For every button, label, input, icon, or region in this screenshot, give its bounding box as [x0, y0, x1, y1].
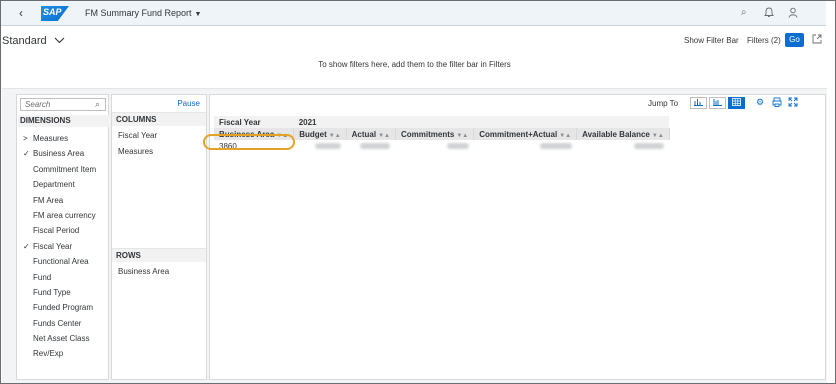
actual-cell[interactable] [346, 140, 395, 152]
checkmark-icon: ✓ [23, 241, 30, 251]
dimensions-header: DIMENSIONS [18, 115, 109, 127]
sort-filter-icon[interactable]: ▼▲ [378, 133, 390, 139]
redacted-value [446, 143, 469, 150]
commitments-cell[interactable] [395, 140, 473, 152]
sap-logo[interactable]: SAP [41, 6, 69, 21]
chart-view-button[interactable] [690, 97, 707, 109]
variant-name: Standard [2, 35, 47, 47]
dimension-item-business-area[interactable]: ✓ Business Area [17, 146, 110, 161]
redacted-value [634, 143, 665, 150]
app-title-menu[interactable]: FM Summary Fund Report ▼ [85, 8, 201, 18]
search-placeholder: Search [25, 100, 51, 109]
dimensions-panel: Search ⌕ DIMENSIONS > Measures ✓ Business … [16, 94, 109, 380]
print-icon[interactable] [772, 97, 782, 109]
app-window: ‹ SAP FM Summary Fund Report ▼ ⌕ Standard… [0, 0, 836, 384]
caret-down-icon: ▼ [194, 11, 202, 18]
budget-cell[interactable] [294, 140, 346, 152]
analysis-workspace: Search ⌕ DIMENSIONS > Measures ✓ Business … [2, 89, 827, 383]
share-icon[interactable] [812, 34, 822, 46]
go-button[interactable]: Go [785, 33, 804, 47]
checkmark-icon: ✓ [23, 149, 30, 159]
column-item-fiscal-year[interactable]: Fiscal Year [118, 131, 157, 140]
dimension-item-fm-area[interactable]: FM Area [17, 193, 110, 208]
sort-filter-icon[interactable]: ▼▲ [456, 133, 468, 139]
jump-to-button[interactable]: Jump To [648, 99, 678, 108]
dimension-item-funds-center[interactable]: Funds Center [17, 316, 110, 331]
sort-filter-icon[interactable]: ▼▲ [559, 133, 571, 139]
expand-icon: > [23, 134, 28, 143]
dimension-item-fiscal-period[interactable]: Fiscal Period [17, 223, 110, 238]
table-chart-icon [713, 99, 722, 106]
filters-button[interactable]: Filters (2) [747, 36, 781, 45]
search-icon[interactable]: ⌕ [95, 99, 100, 110]
search-input[interactable]: Search ⌕ [20, 98, 106, 111]
back-icon[interactable]: ‹ [19, 6, 23, 20]
fullscreen-icon[interactable] [788, 97, 798, 109]
data-grid-panel: Jump To ⚙ Fiscal Year 2021 Business Area… [209, 94, 826, 380]
filter-hint-text: To show filters here, add them to the fi… [318, 60, 511, 69]
user-icon[interactable] [788, 7, 798, 21]
settings-icon[interactable]: ⚙ [756, 97, 764, 108]
combined-view-button[interactable] [709, 97, 726, 109]
show-filter-bar-button[interactable]: Show Filter Bar [684, 36, 739, 45]
column-header-budget[interactable]: Budget ▼▲ [293, 128, 347, 140]
dimension-item-net-asset-class[interactable]: Net Asset Class [17, 331, 110, 346]
dimension-item-department[interactable]: Department [17, 177, 110, 192]
sort-filter-icon[interactable]: ▼▲ [329, 133, 341, 139]
dimension-list: > Measures ✓ Business Area Commitment Item… [17, 131, 110, 362]
table-view-button[interactable] [728, 97, 745, 109]
column-header-commitment-actual[interactable]: Commitment+Actual ▼▲ [473, 128, 578, 140]
dimension-item-functional-area[interactable]: Functional Area [17, 254, 110, 269]
dimension-item-fund[interactable]: Fund [17, 270, 110, 285]
dimension-item-fm-area-currency[interactable]: FM area currency [17, 208, 110, 223]
sort-filter-icon[interactable]: ▼▲ [652, 133, 664, 139]
rows-header: ROWS [112, 248, 206, 262]
dimension-item-measures[interactable]: > Measures [17, 131, 110, 146]
variant-selector[interactable]: Standard [2, 35, 65, 47]
dimension-item-commitment-item[interactable]: Commitment Item [17, 162, 110, 177]
search-icon[interactable]: ⌕ [741, 7, 747, 18]
filter-bar: Standard Show Filter Bar Filters (2) Go … [2, 27, 827, 89]
chevron-down-icon [54, 37, 65, 44]
dimension-item-fund-type[interactable]: Fund Type [17, 285, 110, 300]
highlight-annotation [203, 134, 295, 150]
fiscal-year-label: Fiscal Year [214, 116, 294, 128]
column-header-commitments[interactable]: Commitments ▼▲ [395, 128, 475, 140]
dimension-item-rev-exp[interactable]: Rev/Exp [17, 346, 110, 361]
columns-header: COLUMNS [112, 112, 206, 126]
bar-chart-icon [694, 99, 703, 106]
column-header-available-balance[interactable]: Available Balance ▼▲ [576, 128, 670, 140]
column-header-actual[interactable]: Actual ▼▲ [346, 128, 396, 140]
redacted-value [539, 143, 572, 150]
fiscal-year-value: 2021 [293, 116, 347, 128]
row-item-business-area[interactable]: Business Area [118, 267, 169, 276]
shell-bar: ‹ SAP FM Summary Fund Report ▼ ⌕ [1, 1, 826, 26]
pause-button[interactable]: Pause [177, 99, 200, 108]
redacted-value [360, 143, 391, 150]
dimension-item-funded-program[interactable]: Funded Program [17, 300, 110, 315]
redacted-value [315, 143, 342, 150]
app-title: FM Summary Fund Report [85, 8, 192, 18]
dimension-item-fiscal-year[interactable]: ✓ Fiscal Year [17, 239, 110, 254]
bell-icon[interactable] [764, 7, 774, 21]
column-item-measures[interactable]: Measures [118, 147, 153, 156]
layout-panel: Pause COLUMNS Fiscal Year Measures ROWS … [111, 94, 207, 380]
available-balance-cell[interactable] [577, 140, 670, 152]
commitment-actual-cell[interactable] [474, 140, 577, 152]
table-header-row: Fiscal Year 2021 [214, 116, 670, 128]
grid-icon [732, 98, 741, 106]
